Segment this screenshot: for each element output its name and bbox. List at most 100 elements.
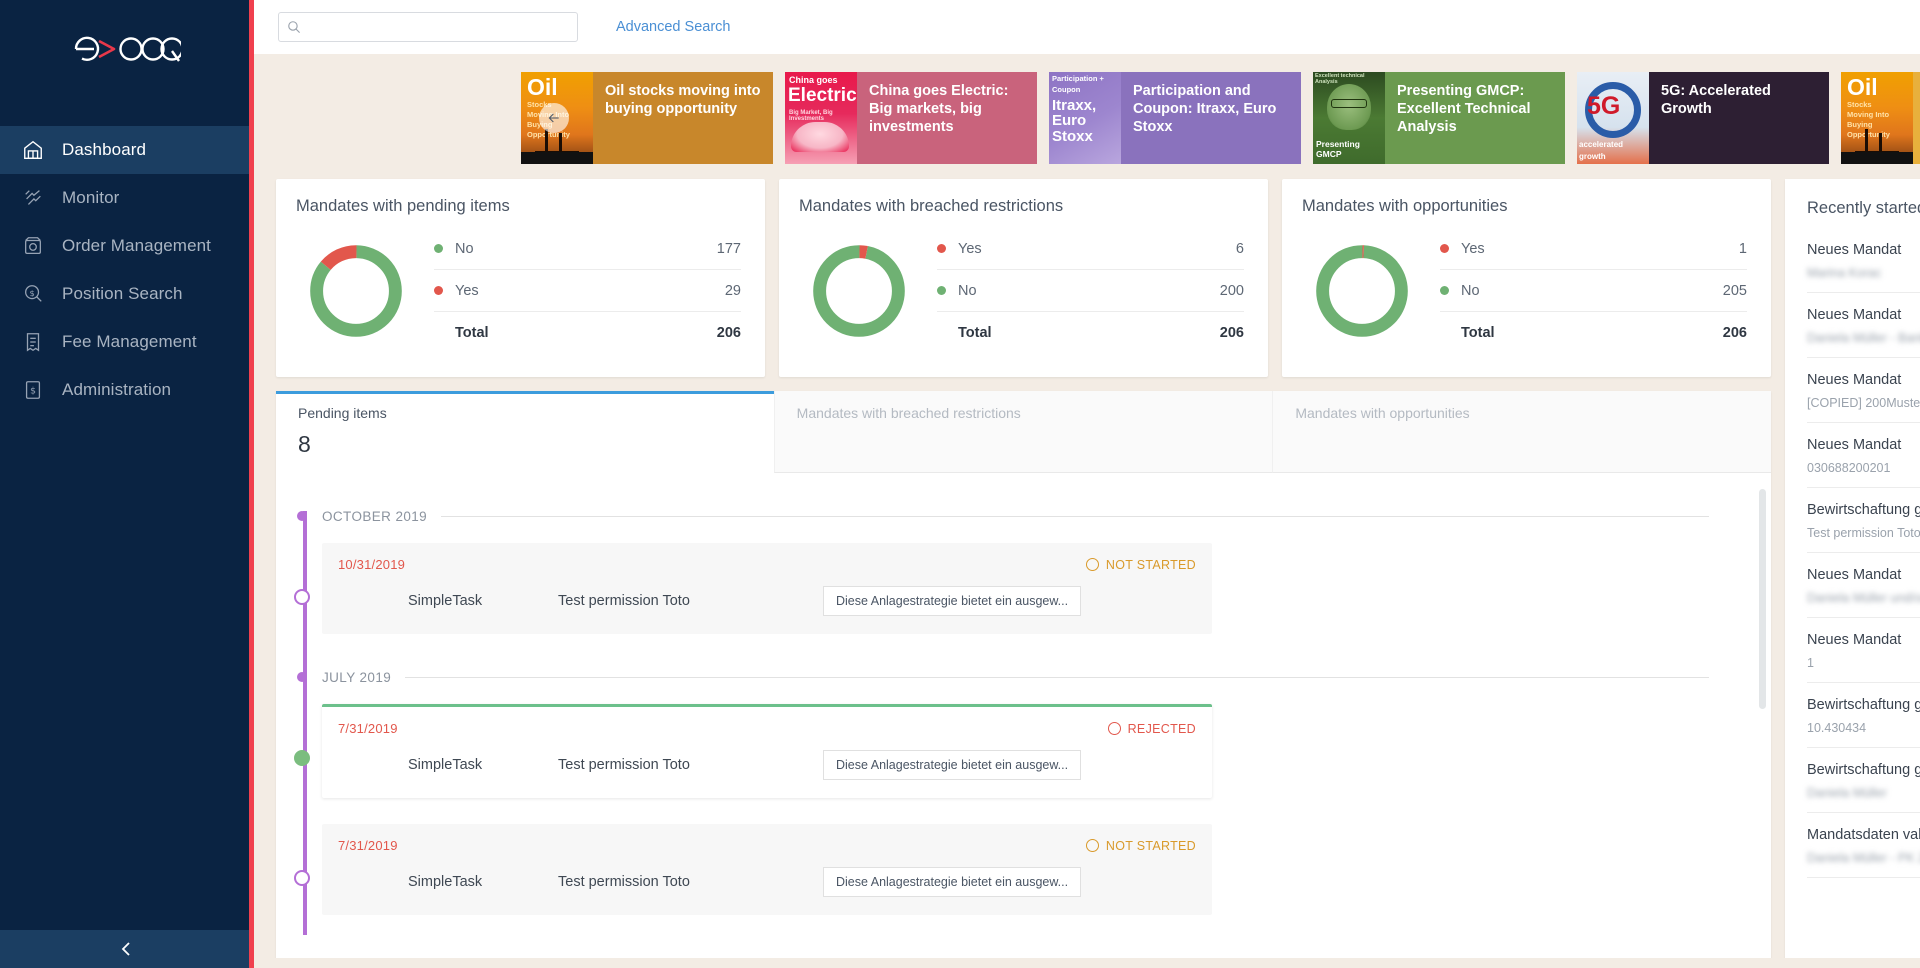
advanced-search-link[interactable]: Advanced Search: [616, 19, 730, 35]
legend-label: No: [958, 282, 977, 299]
legend-value: 6: [1235, 240, 1244, 257]
timeline-card[interactable]: 7/31/2019 REJECTED SimpleTask Test permi…: [322, 704, 1212, 798]
list-item[interactable]: Bewirtschaftung genehmigt Edited 11 days…: [1807, 683, 1920, 748]
timeline-month-label: JULY 2019: [322, 669, 392, 685]
tab-pending-items[interactable]: Pending items 8: [276, 391, 774, 473]
search-input[interactable]: [307, 19, 569, 35]
news-card[interactable]: China goes Electric Big Market, Big Invest…: [785, 72, 1037, 164]
news-card[interactable]: 5G accelerated growth 5G: Accelerated Grow…: [1577, 72, 1829, 164]
timeline-month-header: JULY 2019: [297, 660, 1749, 694]
legend-label: Yes: [1461, 240, 1485, 257]
stat-card-title: Mandates with breached restrictions: [799, 197, 1064, 215]
timeline-item[interactable]: 7/31/2019 NOT STARTED SimpleTask Test pe…: [294, 824, 1749, 915]
legend-dot: [937, 244, 946, 253]
monitor-icon: [22, 187, 56, 209]
timeline-scroll-area[interactable]: OCTOBER 2019 10/31/2019 NOT STARTED Simp…: [276, 473, 1771, 968]
sidebar-item-dashboard[interactable]: Dashboard: [0, 126, 254, 174]
sidebar-item-fee-management[interactable]: Fee Management: [0, 318, 254, 366]
news-thumbnail: Excellent technical Analysis Presenting G…: [1313, 72, 1385, 164]
legend-dot: [1440, 244, 1449, 253]
status-ring-icon: [1085, 839, 1099, 852]
news-card-title: Presenting GMCP: Excellent Technical Ana…: [1397, 83, 1531, 135]
list-item[interactable]: Bewirtschaftung genehmigt Edited 11 days…: [1807, 488, 1920, 553]
search-box[interactable]: [278, 12, 578, 42]
list-item[interactable]: Neues Mandat Edited 5 days ago Daniela M…: [1807, 293, 1920, 358]
list-item[interactable]: Neues Mandat Edited 10 days ago 03068820…: [1807, 423, 1920, 488]
list-item[interactable]: Neues Mandat Edited 11 days ago 1: [1807, 618, 1920, 683]
timeline-card-header: 7/31/2019 NOT STARTED: [338, 838, 1196, 853]
legend-label: No: [455, 240, 474, 257]
timeline-card-header: 7/31/2019 REJECTED: [338, 721, 1196, 736]
status-label: NOT STARTED: [1105, 557, 1196, 572]
tab-opportunities[interactable]: Mandates with opportunities: [1272, 391, 1772, 473]
timeline-note[interactable]: Diese Anlagestrategie bietet ein ausgew.…: [823, 867, 1081, 897]
timeline-item[interactable]: 7/31/2019 REJECTED SimpleTask Test permi…: [294, 704, 1749, 798]
donut-chart-breached-restrictions: [813, 245, 905, 337]
timeline-note[interactable]: Diese Anlagestrategie bietet ein ausgew.…: [823, 586, 1081, 616]
legend: No 177 Yes 29 Total 206: [434, 228, 741, 354]
timeline-note[interactable]: Diese Anlagestrategie bietet ein ausgew.…: [823, 750, 1081, 780]
list-item-name: Neues Mandat: [1807, 567, 1902, 583]
timeline: OCTOBER 2019 10/31/2019 NOT STARTED Simp…: [276, 499, 1749, 935]
news-card-title: 5G: Accelerated Growth: [1661, 83, 1771, 117]
legend-row: Yes 29: [434, 270, 741, 312]
list-item-subtitle: Daniela Müller - PK ZKB: [1807, 851, 1920, 865]
stat-card-body: Yes 1 No 205 Total 206: [1302, 222, 1751, 354]
sidebar: Dashboard Monitor Order Management $ Pos…: [0, 0, 254, 968]
news-card[interactable]: Excellent technical Analysis Presenting G…: [1313, 72, 1565, 164]
legend-total-label: Total: [1461, 325, 1495, 341]
tab-label: Mandates with breached restrictions: [796, 405, 1021, 421]
status-badge: NOT STARTED: [1085, 839, 1196, 853]
sidebar-item-label: Fee Management: [62, 332, 197, 351]
timeline-card[interactable]: 7/31/2019 NOT STARTED SimpleTask Test pe…: [322, 824, 1212, 915]
sidebar-item-administration[interactable]: $ Administration: [0, 366, 254, 414]
timeline-permission: Test permission Toto: [558, 874, 690, 890]
news-card[interactable]: OilStocksMoving IntoBuyingOpportunity 5G…: [1841, 72, 1920, 164]
list-item[interactable]: Neues Mandat Edited 11 days ago Daniela …: [1807, 553, 1920, 618]
legend-total-value: 206: [716, 325, 741, 341]
news-card[interactable]: Participation + Coupon Itraxx, Euro Stoxx Pa…: [1049, 72, 1301, 164]
list-item[interactable]: Mandatsdaten validieren Edited 11 days a…: [1807, 813, 1920, 878]
carousel-prev-button[interactable]: [539, 103, 569, 133]
list-item[interactable]: Neues Mandat Edited 6 days ago [COPIED] …: [1807, 358, 1920, 423]
sidebar-item-position-search[interactable]: $ Position Search: [0, 270, 254, 318]
legend: Yes 1 No 205 Total 206: [1440, 228, 1747, 354]
list-item-subtitle: 10.430434: [1807, 721, 1867, 735]
list-item[interactable]: Neues Mandat Edited 5 days ago Marina Ko…: [1807, 228, 1920, 293]
timeline-item[interactable]: 10/31/2019 NOT STARTED SimpleTask Test p…: [294, 543, 1749, 634]
list-item[interactable]: Bewirtschaftung genehmigt Edited 11 days…: [1807, 748, 1920, 813]
stat-card-pending-items: Mandates with pending items No 177 Yes 2…: [276, 179, 765, 377]
timeline-month-dot: [297, 511, 307, 521]
logo[interactable]: [0, 0, 254, 98]
list-item-name: Neues Mandat: [1807, 437, 1902, 453]
timeline-permission: Test permission Toto: [558, 593, 690, 609]
legend-row-total: Total 206: [434, 312, 741, 354]
panel-tabs: Pending items 8 Mandates with breached r…: [276, 391, 1772, 473]
legend: Yes 6 No 200 Total 206: [937, 228, 1244, 354]
status-label: REJECTED: [1127, 721, 1196, 736]
sidebar-item-monitor[interactable]: Monitor: [0, 174, 254, 222]
news-thumbnail: China goes Electric Big Market, Big Invest…: [785, 72, 857, 164]
list-item-subtitle: [COPIED] 200Muster: [1807, 396, 1920, 410]
timeline-node-icon: [294, 589, 310, 605]
tab-breached-restrictions[interactable]: Mandates with breached restrictions: [773, 391, 1273, 473]
legend-value: 1: [1738, 240, 1747, 257]
sidebar-item-order-management[interactable]: Order Management: [0, 222, 254, 270]
list-item-header: Neues Mandat Edited 5 days ago: [1807, 242, 1920, 258]
list-item-subtitle: Marina Korac: [1807, 266, 1882, 280]
legend-row-total: Total 206: [937, 312, 1244, 354]
legend-label: Yes: [958, 240, 982, 257]
recently-started-list: Neues Mandat Edited 5 days ago Marina Ko…: [1807, 228, 1920, 878]
timeline-date: 7/31/2019: [338, 721, 398, 736]
list-item-name: Neues Mandat: [1807, 372, 1902, 388]
legend-dot: [434, 286, 443, 295]
stat-card-opportunities: Mandates with opportunities Yes 1 No 205…: [1282, 179, 1771, 377]
sidebar-collapse-button[interactable]: [0, 930, 254, 968]
legend-dot: [1440, 286, 1449, 295]
stat-card-breached-restrictions: Mandates with breached restrictions Yes: [779, 179, 1268, 377]
timeline-scrollbar[interactable]: [1759, 489, 1766, 709]
timeline-card[interactable]: 10/31/2019 NOT STARTED SimpleTask Test p…: [322, 543, 1212, 634]
list-item-header: Neues Mandat Edited 11 days ago: [1807, 632, 1920, 648]
status-ring-icon: [1107, 722, 1121, 735]
